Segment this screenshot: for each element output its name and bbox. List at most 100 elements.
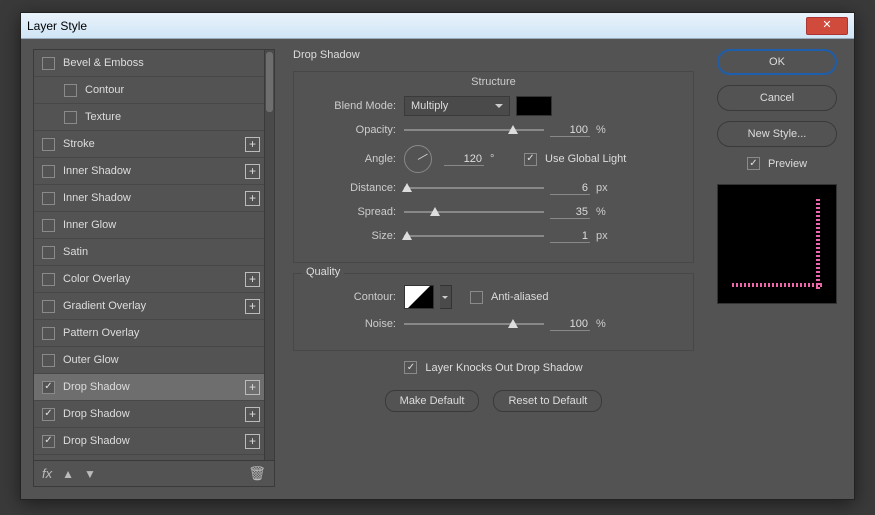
distance-label: Distance:	[308, 182, 404, 194]
effect-row[interactable]: Gradient Overlay +	[34, 293, 274, 320]
add-effect-icon[interactable]: +	[245, 191, 260, 206]
add-effect-icon[interactable]: +	[245, 272, 260, 287]
effect-checkbox[interactable]	[42, 381, 55, 394]
preview-checkbox[interactable]	[747, 157, 760, 170]
contour-dropdown[interactable]	[440, 285, 452, 309]
angle-dial[interactable]	[404, 145, 432, 173]
opacity-value[interactable]: 100	[550, 124, 590, 137]
effect-checkbox[interactable]	[42, 354, 55, 367]
contour-thumbnail[interactable]	[404, 285, 434, 309]
blend-mode-select[interactable]: Multiply	[404, 96, 510, 116]
add-effect-icon[interactable]: +	[245, 434, 260, 449]
structure-group: Structure Blend Mode: Multiply Opacity: …	[293, 71, 694, 263]
use-global-light-checkbox[interactable]	[524, 153, 537, 166]
effect-label: Texture	[85, 111, 121, 123]
effect-row[interactable]: Stroke +	[34, 131, 274, 158]
opacity-label: Opacity:	[308, 124, 404, 136]
make-default-button[interactable]: Make Default	[385, 390, 480, 412]
effect-row[interactable]: Pattern Overlay	[34, 320, 274, 347]
effect-checkbox[interactable]	[64, 111, 77, 124]
add-effect-icon[interactable]: +	[245, 380, 260, 395]
effect-checkbox[interactable]	[42, 300, 55, 313]
trash-icon[interactable]: 🗑	[248, 465, 266, 482]
effect-label: Inner Shadow	[63, 165, 131, 177]
blend-mode-label: Blend Mode:	[308, 100, 404, 112]
add-effect-icon[interactable]: +	[245, 164, 260, 179]
reset-default-button[interactable]: Reset to Default	[493, 390, 602, 412]
distance-slider[interactable]	[404, 181, 544, 195]
opacity-slider[interactable]	[404, 123, 544, 137]
effect-checkbox[interactable]	[42, 327, 55, 340]
spread-slider[interactable]	[404, 205, 544, 219]
effect-label: Drop Shadow	[63, 381, 130, 393]
effect-row[interactable]: Drop Shadow+	[34, 401, 274, 428]
effect-checkbox[interactable]	[42, 273, 55, 286]
anti-aliased-label: Anti-aliased	[491, 291, 548, 303]
scrollbar-thumb[interactable]	[266, 52, 273, 112]
effect-row[interactable]: Inner Shadow +	[34, 185, 274, 212]
fx-menu[interactable]: fx	[42, 466, 52, 481]
ok-button[interactable]: OK	[717, 49, 837, 75]
effect-label: Gradient Overlay	[63, 300, 146, 312]
distance-unit: px	[596, 182, 616, 194]
add-effect-icon[interactable]: +	[245, 299, 260, 314]
effect-checkbox[interactable]	[42, 246, 55, 259]
effect-label: Contour	[85, 84, 124, 96]
quality-group: Quality Contour: Anti-aliased Noise:	[293, 273, 694, 351]
effect-checkbox[interactable]	[42, 192, 55, 205]
effect-label: Inner Shadow	[63, 192, 131, 204]
window-title: Layer Style	[27, 19, 87, 33]
effect-checkbox[interactable]	[64, 84, 77, 97]
distance-value[interactable]: 6	[550, 182, 590, 195]
effect-checkbox[interactable]	[42, 435, 55, 448]
effect-row[interactable]: Bevel & Emboss	[34, 50, 274, 77]
effect-row[interactable]: Drop Shadow+	[34, 428, 274, 455]
angle-value[interactable]: 120	[444, 153, 484, 166]
effect-label: Bevel & Emboss	[63, 57, 144, 69]
angle-unit: °	[490, 153, 510, 165]
effect-row[interactable]: Contour	[34, 77, 274, 104]
size-label: Size:	[308, 230, 404, 242]
noise-label: Noise:	[308, 318, 404, 330]
size-slider[interactable]	[404, 229, 544, 243]
effect-label: Inner Glow	[63, 219, 116, 231]
effect-row[interactable]: Satin	[34, 239, 274, 266]
opacity-unit: %	[596, 124, 616, 136]
shadow-color-swatch[interactable]	[516, 96, 552, 116]
add-effect-icon[interactable]: +	[245, 407, 260, 422]
spread-value[interactable]: 35	[550, 206, 590, 219]
layer-knocks-out-checkbox[interactable]	[404, 361, 417, 374]
effect-checkbox[interactable]	[42, 165, 55, 178]
size-value[interactable]: 1	[550, 230, 590, 243]
noise-unit: %	[596, 318, 616, 330]
effect-label: Pattern Overlay	[63, 327, 139, 339]
effect-row[interactable]: Drop Shadow +	[34, 374, 274, 401]
structure-heading: Structure	[308, 76, 679, 88]
effect-row[interactable]: Texture	[34, 104, 274, 131]
effect-label: Outer Glow	[63, 354, 119, 366]
effect-row[interactable]: Inner Shadow +	[34, 158, 274, 185]
spread-unit: %	[596, 206, 616, 218]
effect-row[interactable]: Inner Glow	[34, 212, 274, 239]
move-down-icon[interactable]: ▼	[84, 467, 96, 481]
new-style-button[interactable]: New Style...	[717, 121, 837, 147]
effect-label: Stroke	[63, 138, 95, 150]
effect-checkbox[interactable]	[42, 138, 55, 151]
titlebar[interactable]: Layer Style ✕	[21, 13, 854, 39]
effect-checkbox[interactable]	[42, 219, 55, 232]
angle-label: Angle:	[308, 153, 404, 165]
noise-value[interactable]: 100	[550, 318, 590, 331]
add-effect-icon[interactable]: +	[245, 137, 260, 152]
effects-scrollbar[interactable]	[264, 50, 274, 460]
effect-checkbox[interactable]	[42, 408, 55, 421]
noise-slider[interactable]	[404, 317, 544, 331]
effect-label: Color Overlay	[63, 273, 130, 285]
move-up-icon[interactable]: ▲	[62, 467, 74, 481]
effect-row[interactable]: Outer Glow	[34, 347, 274, 374]
effect-label: Satin	[63, 246, 88, 258]
effect-checkbox[interactable]	[42, 57, 55, 70]
effect-row[interactable]: Color Overlay +	[34, 266, 274, 293]
anti-aliased-checkbox[interactable]	[470, 291, 483, 304]
cancel-button[interactable]: Cancel	[717, 85, 837, 111]
close-button[interactable]: ✕	[806, 17, 848, 35]
